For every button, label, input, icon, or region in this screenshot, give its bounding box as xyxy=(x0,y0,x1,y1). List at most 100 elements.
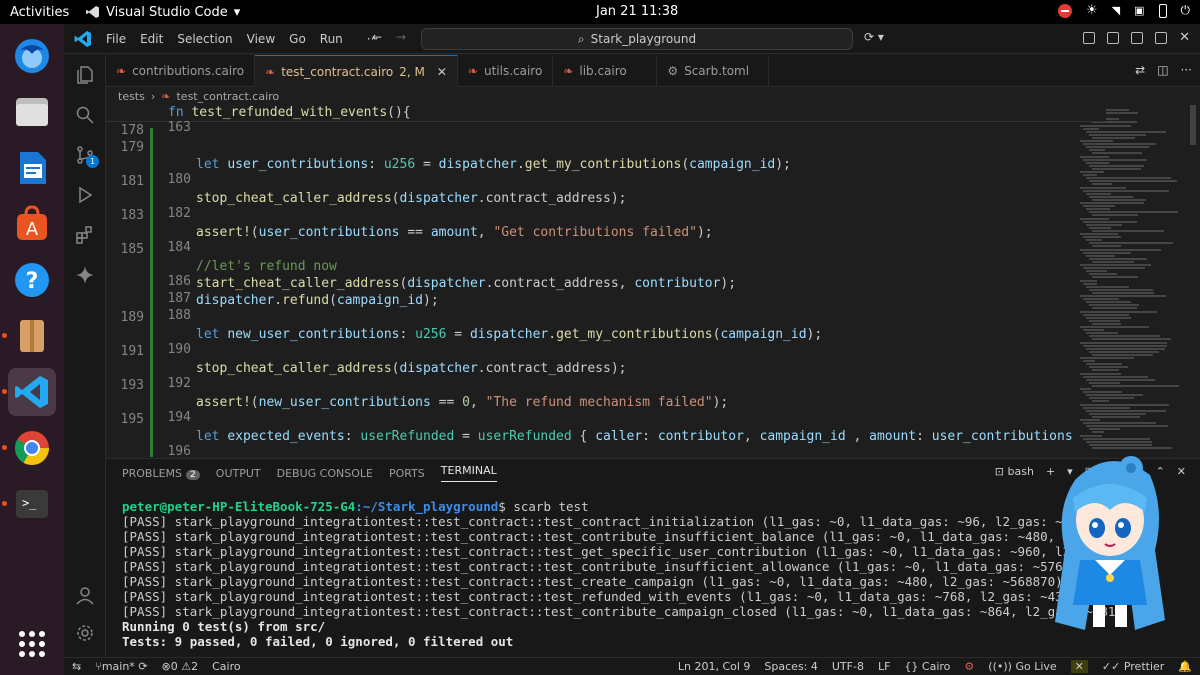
back-arrow-icon[interactable]: ← xyxy=(372,30,382,44)
gemini-icon[interactable] xyxy=(64,255,106,295)
cursor-position[interactable]: Ln 201, Col 9 xyxy=(678,660,751,673)
clipboard-icon[interactable]: ▣ xyxy=(1134,4,1144,17)
terminal-output[interactable]: peter@peter-HP-EliteBook-725-G4:~/Stark_… xyxy=(122,499,1130,673)
minimap-line xyxy=(1083,220,1137,223)
account-icon[interactable] xyxy=(64,575,106,615)
tab-terminal[interactable]: TERMINAL xyxy=(440,464,497,482)
show-apps-icon[interactable] xyxy=(8,620,56,668)
code-line[interactable]: 194 assert!(new_user_contributions == 0,… xyxy=(106,395,1106,425)
scrollbar-thumb[interactable] xyxy=(1190,105,1196,145)
code-line[interactable]: 187 start_cheat_caller_address(dispatche… xyxy=(106,276,1106,306)
search-icon[interactable] xyxy=(64,95,106,135)
copilot-icon[interactable]: ⟳ ▾ xyxy=(864,30,884,44)
terminal-icon[interactable]: >_ xyxy=(2,480,56,528)
sticky-scroll-line[interactable]: 163 fn test_refunded_with_events(){ xyxy=(106,105,1106,135)
settings-gear-icon[interactable] xyxy=(64,613,106,653)
compare-icon[interactable]: ⇄ xyxy=(1135,63,1145,77)
tab-contributions[interactable]: ❧ contributions.cairo xyxy=(106,55,256,87)
tab-utils[interactable]: ❧ utils.cairo xyxy=(458,55,554,87)
minimap-line xyxy=(1086,223,1123,226)
editor-scrollbar[interactable] xyxy=(1186,105,1198,457)
wifi-icon[interactable]: ◥ xyxy=(1112,4,1120,17)
copilot-status-icon[interactable]: ✕ xyxy=(1070,660,1088,673)
command-center[interactable]: ⌕ Stark_playground xyxy=(421,28,853,50)
code-line[interactable]: 190 let new_user_contributions: u256 = d… xyxy=(106,327,1106,357)
code-line[interactable]: 192 stop_cheat_caller_address(dispatcher… xyxy=(106,361,1106,391)
problems-status[interactable]: ⊗0 ⚠2 xyxy=(162,660,199,673)
power-icon[interactable]: ⏻ xyxy=(1181,3,1191,18)
breadcrumb-file[interactable]: test_contract.cairo xyxy=(176,90,279,103)
language-mode[interactable]: {} Cairo xyxy=(904,660,950,673)
tab-ports[interactable]: PORTS xyxy=(389,467,425,480)
extension-icon[interactable]: ⚙ xyxy=(964,660,974,673)
extensions-icon[interactable] xyxy=(64,215,106,255)
close-icon[interactable]: ✕ xyxy=(437,65,447,79)
minimap-line xyxy=(1080,403,1170,406)
minimap-line xyxy=(1080,310,1158,313)
code-line[interactable]: 188 dispatcher.refund(campaign_id); xyxy=(106,293,1106,323)
forward-arrow-icon[interactable]: → xyxy=(396,30,406,44)
language-server-status[interactable]: Cairo xyxy=(212,660,241,673)
help-icon[interactable]: ? xyxy=(8,256,56,304)
tab-output[interactable]: OUTPUT xyxy=(216,467,261,480)
battery-icon[interactable] xyxy=(1158,3,1167,18)
tab-problems[interactable]: PROBLEMS 2 xyxy=(122,467,200,480)
line-endings[interactable]: LF xyxy=(878,660,890,673)
minimap-line xyxy=(1089,133,1147,136)
brightness-icon[interactable]: ☀ xyxy=(1086,3,1098,18)
go-live-button[interactable]: ((•)) Go Live xyxy=(988,660,1056,673)
terminal-shell-selector[interactable]: ⊡ bash xyxy=(995,465,1034,478)
tab-debug-console[interactable]: DEBUG CONSOLE xyxy=(277,467,373,480)
dnd-icon[interactable] xyxy=(1057,3,1072,18)
split-editor-icon[interactable]: ◫ xyxy=(1157,63,1168,77)
minimap-line xyxy=(1083,127,1100,130)
run-debug-icon[interactable] xyxy=(64,175,106,215)
clock[interactable]: Jan 21 11:38 xyxy=(596,4,678,19)
thunderbird-icon[interactable] xyxy=(8,32,56,80)
menu-edit[interactable]: Edit xyxy=(140,32,163,46)
tab-label: utils.cairo xyxy=(483,64,543,78)
remote-indicator-icon[interactable]: ⇆ xyxy=(72,660,81,673)
vscode-dock-icon[interactable] xyxy=(2,368,56,416)
tab-scarb-toml[interactable]: ⚙ Scarb.toml xyxy=(657,55,770,87)
app-menu[interactable]: Visual Studio Code ▾ xyxy=(86,5,240,20)
toggle-panel-icon[interactable] xyxy=(1131,32,1144,44)
archive-manager-icon[interactable] xyxy=(2,312,56,360)
menu-view[interactable]: View xyxy=(247,32,275,46)
more-actions-icon[interactable]: ··· xyxy=(1181,63,1192,77)
menu-selection[interactable]: Selection xyxy=(177,32,232,46)
menu-run[interactable]: Run xyxy=(320,32,343,46)
explorer-icon[interactable] xyxy=(64,55,106,95)
double-check-icon: ✓✓ xyxy=(1101,660,1121,673)
files-icon[interactable] xyxy=(8,88,56,136)
notifications-bell-icon[interactable]: 🔔 xyxy=(1178,660,1192,673)
search-icon: ⌕ xyxy=(577,31,585,46)
minimap[interactable] xyxy=(1074,105,1184,457)
code-line[interactable]: 180 let user_contributions: u256 = dispa… xyxy=(106,157,1106,187)
code-line[interactable]: 196 let expected_events: userRefunded = … xyxy=(106,429,1106,457)
layout-editor-icon[interactable] xyxy=(1083,32,1096,44)
writer-icon[interactable] xyxy=(8,144,56,192)
chrome-icon[interactable] xyxy=(2,424,56,472)
toggle-secondary-sidebar-icon[interactable] xyxy=(1155,32,1168,44)
breadcrumb-folder[interactable]: tests xyxy=(118,90,145,103)
app-center-icon[interactable]: A xyxy=(8,200,56,248)
code-editor[interactable]: 163 fn test_refunded_with_events(){ 178 … xyxy=(106,105,1200,457)
tab-lib[interactable]: ❧ lib.cairo xyxy=(553,55,658,87)
menu-go[interactable]: Go xyxy=(289,32,306,46)
toggle-sidebar-icon[interactable] xyxy=(1107,32,1120,44)
code-line[interactable]: 182 stop_cheat_caller_address(dispatcher… xyxy=(106,191,1106,221)
activities-button[interactable]: Activities xyxy=(0,5,86,20)
encoding[interactable]: UTF-8 xyxy=(832,660,864,673)
system-tray[interactable]: ☀ ◥ ▣ ⏻ xyxy=(1057,3,1191,18)
close-window-icon[interactable]: ✕ xyxy=(1179,31,1190,44)
source-control-icon[interactable]: 1 xyxy=(64,135,106,175)
menu-file[interactable]: File xyxy=(106,32,126,46)
tab-test-contract[interactable]: ❧ test_contract.cairo 2, M ✕ xyxy=(255,55,458,87)
prettier-button[interactable]: ✓✓ Prettier xyxy=(1102,660,1164,673)
code-line[interactable]: 184 assert!(user_contributions == amount… xyxy=(106,225,1106,255)
code-line[interactable]: 186 //let's refund now xyxy=(106,259,1106,289)
minimap-line xyxy=(1083,205,1116,208)
indentation[interactable]: Spaces: 4 xyxy=(764,660,817,673)
git-branch[interactable]: ⑂main* ⟳ xyxy=(95,660,147,673)
